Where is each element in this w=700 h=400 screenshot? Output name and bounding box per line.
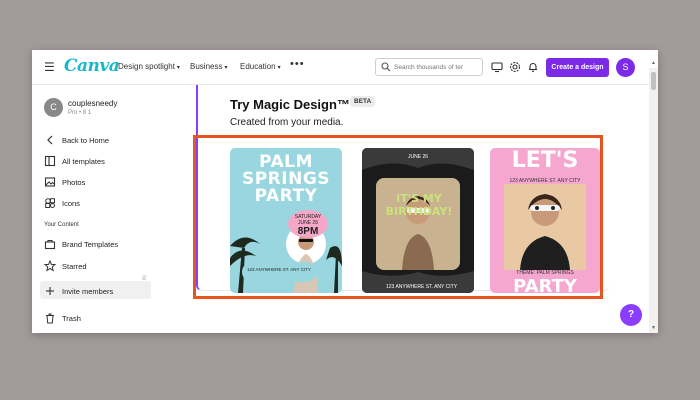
chevron-down-icon: ▾	[176, 65, 180, 71]
top-bar: ☰ Canva Design spotlight ▾ Business ▾ Educ…	[32, 50, 658, 85]
sidebar-item-all-templates[interactable]: All templates	[44, 155, 105, 167]
monitor-icon[interactable]	[491, 61, 503, 73]
invite-members-row[interactable]: Invite members	[44, 285, 113, 297]
plus-icon	[44, 285, 56, 297]
team-avatar[interactable]: C	[44, 98, 63, 117]
search-box[interactable]	[375, 58, 483, 76]
username[interactable]: couplesneedy	[68, 99, 117, 108]
template-date: JUNE 26	[408, 154, 429, 160]
nav-education[interactable]: Education ▾	[240, 62, 281, 71]
page-subtitle: Created from your media.	[230, 117, 344, 128]
scroll-up-icon[interactable]: ▲	[651, 60, 656, 66]
search-input[interactable]	[394, 61, 480, 73]
template-icon	[44, 155, 56, 167]
template-heading: IT'S MY BIRTHDAY!	[385, 192, 453, 218]
template-date-badge: SATURDAY JUNE 26 8PM	[288, 210, 328, 238]
template-heading: PALM SPRINGS PARTY	[241, 152, 331, 206]
shapes-icon	[44, 197, 56, 209]
sidebar-item-trash[interactable]: Trash	[44, 312, 81, 324]
template-card-lets-party[interactable]: LET'S 123 ANYWHERE ST. ANY CITY THEME: P…	[490, 148, 600, 293]
page-title: Try Magic Design™	[230, 97, 350, 112]
scroll-down-icon[interactable]: ▼	[651, 325, 656, 331]
plan-label: Pro • 8 1	[68, 110, 92, 116]
search-icon	[381, 62, 391, 72]
bell-icon[interactable]	[527, 61, 539, 73]
scrollbar[interactable]: ▲ ▼	[649, 60, 658, 333]
sidebar-item-starred[interactable]: Starred	[43, 259, 87, 272]
chevron-left-icon	[44, 134, 56, 146]
sidebar: C couplesneedy Pro • 8 1 Back to Home Al…	[32, 85, 192, 333]
chevron-down-icon: ▾	[277, 65, 281, 71]
chevron-down-icon: ▾	[224, 65, 228, 71]
star-icon	[43, 259, 57, 272]
template-heading: LET'S	[511, 148, 579, 173]
your-content-heading: Your Content	[44, 222, 79, 228]
gear-icon[interactable]	[509, 61, 521, 73]
nav-business[interactable]: Business ▾	[190, 62, 227, 71]
sidebar-item-photos[interactable]: Photos	[44, 176, 85, 188]
more-icon[interactable]: •••	[290, 58, 305, 70]
canva-logo[interactable]: Canva	[64, 56, 120, 76]
template-card-palm-springs[interactable]: PALM SPRINGS PARTY SATURDAY JUNE 26 8PM 1…	[230, 148, 342, 293]
birthday-photo-illustration	[362, 148, 474, 293]
trash-icon	[44, 312, 56, 324]
template-address: 123 ANYWHERE ST. ANY CITY	[242, 262, 316, 282]
photo-icon	[44, 176, 56, 188]
template-footer-heading: PARTY	[513, 276, 577, 293]
menu-icon[interactable]: ☰	[44, 60, 55, 74]
back-to-home-link[interactable]: Back to Home	[44, 134, 109, 146]
beta-badge: BETA	[350, 96, 376, 107]
user-avatar[interactable]: S	[616, 58, 635, 77]
template-address: 123 ANYWHERE ST. ANY CITY	[386, 284, 458, 290]
create-design-button[interactable]: Create a design	[546, 58, 609, 77]
template-card-birthday[interactable]: JUNE 26 IT'S MY BIRTHDAY! 123 ANYWHERE S…	[362, 148, 474, 293]
scrollbar-thumb[interactable]	[651, 72, 656, 90]
nav-design-spotlight[interactable]: Design spotlight ▾	[118, 62, 180, 71]
brand-icon	[44, 238, 56, 250]
sidebar-item-brand-templates[interactable]: Brand Templates	[44, 238, 118, 250]
sidebar-item-icons[interactable]: Icons	[44, 197, 80, 209]
help-button[interactable]: ?	[620, 304, 642, 326]
template-address: 123 ANYWHERE ST. ANY CITY	[509, 178, 581, 184]
